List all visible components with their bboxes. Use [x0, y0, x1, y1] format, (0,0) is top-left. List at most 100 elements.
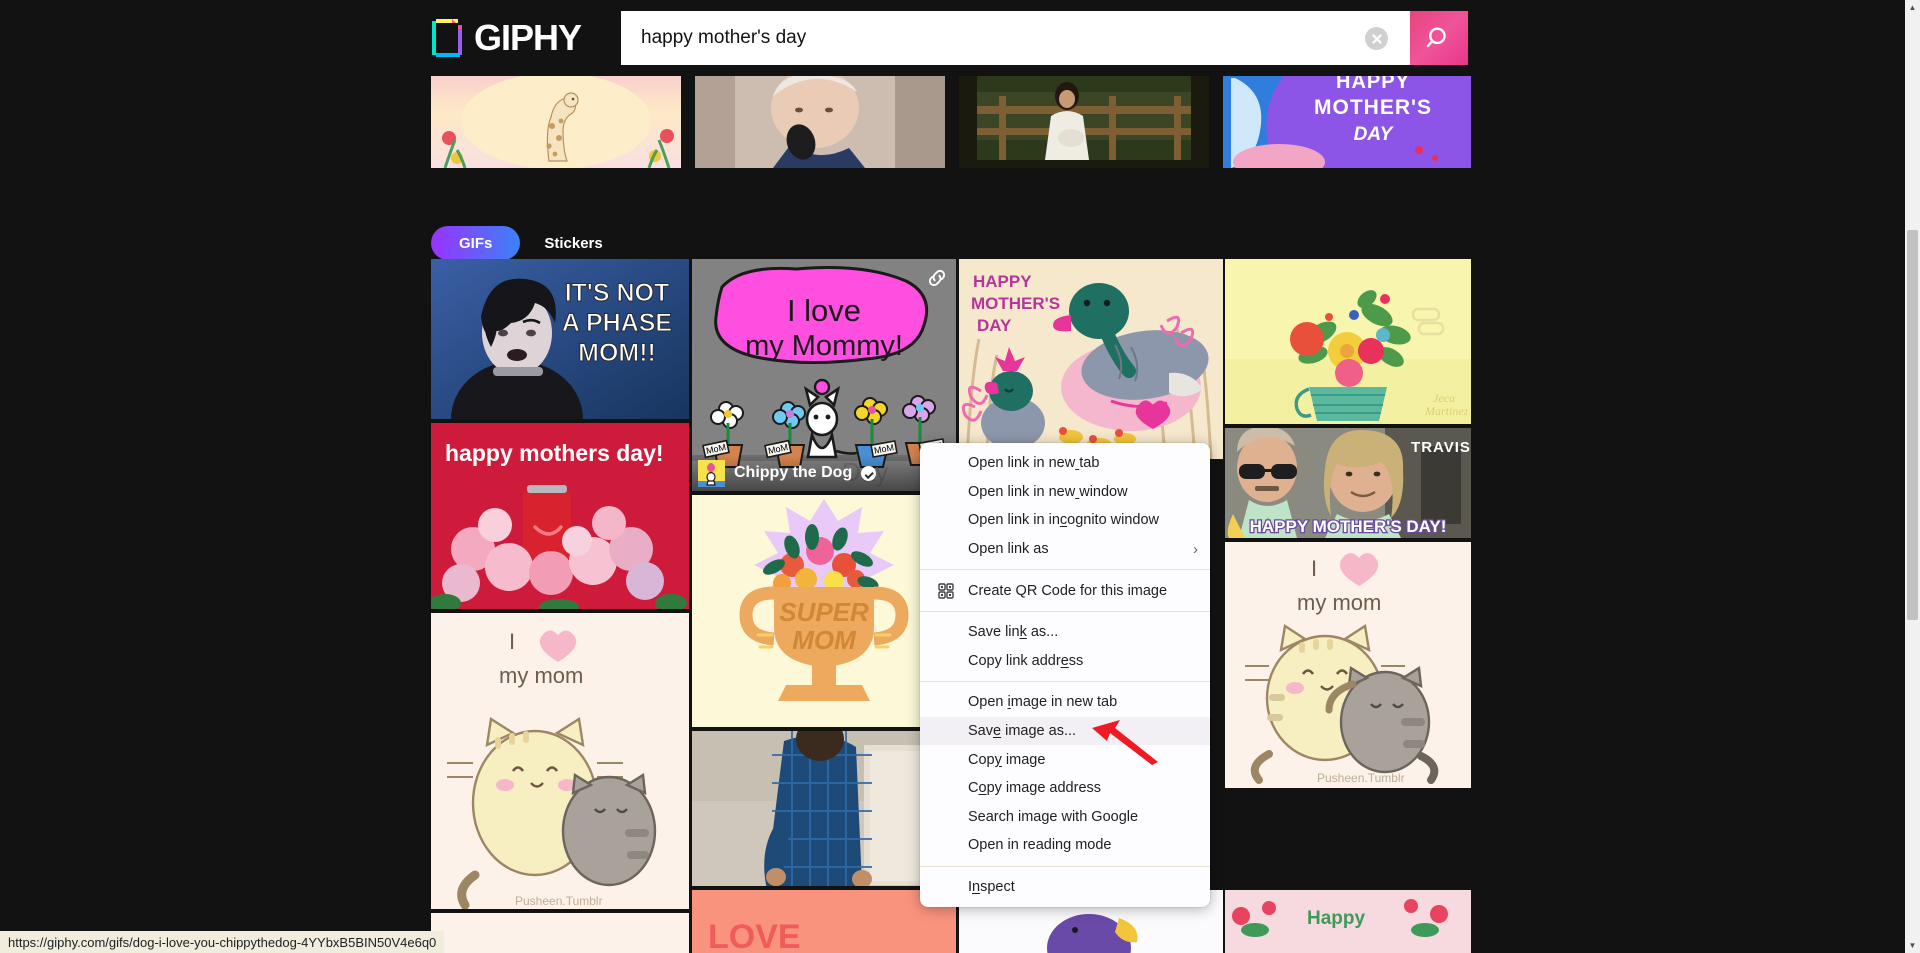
menu-item-label: Open image in new tab: [968, 694, 1118, 711]
menu-item-label: Open link as: [968, 541, 1049, 558]
gif-tile-bottom-peach[interactable]: LOVE: [692, 890, 956, 953]
menu-item-create-qr-code-for-this-image[interactable]: Create QR Code for this image: [920, 576, 1210, 605]
gif-tile-bottom-pink-flowers[interactable]: Happy: [1225, 890, 1471, 953]
svg-text:my Mommy!: my Mommy!: [745, 330, 903, 362]
menu-separator: [920, 569, 1210, 571]
content-type-tabs: GIFs Stickers: [431, 226, 621, 260]
carousel-item-2[interactable]: [959, 66, 1209, 168]
menu-item-label: Open link in incognito window: [968, 512, 1160, 529]
svg-text:IT'S NOT: IT'S NOT: [565, 279, 670, 307]
gif-tile-bottom-left-partial[interactable]: [431, 913, 689, 953]
menu-item-open-link-as[interactable]: Open link as ›: [920, 535, 1210, 564]
giphy-wordmark: GIPHY: [474, 17, 582, 58]
verified-check-icon: [861, 465, 877, 481]
search-icon[interactable]: [1410, 11, 1468, 65]
svg-text:I love: I love: [787, 293, 861, 328]
qr-code-icon: [938, 582, 954, 599]
menu-item-label: Inspect: [968, 879, 1015, 896]
menu-item-search-image-with-google[interactable]: Search image with Google: [920, 803, 1210, 832]
menu-item-label: Copy link address: [968, 652, 1084, 669]
menu-item-label: Open link in new tab: [968, 455, 1100, 472]
chevron-right-icon: ›: [1193, 540, 1198, 558]
menu-item-label: Create QR Code for this image: [968, 582, 1168, 599]
gif-tile-woman-plaid-shirt[interactable]: [692, 731, 956, 886]
gif-author-name: Chippy the Dog: [734, 464, 853, 481]
menu-item-save-link-as[interactable]: Save link as...: [920, 618, 1210, 647]
pusheen-hug-mom-art: I my mom Pusheen.Tumblr: [1225, 542, 1471, 788]
menu-item-copy-link-address[interactable]: Copy link address: [920, 647, 1210, 676]
page-scrollbar[interactable]: ▲ ▼: [1905, 0, 1920, 953]
happy-mothers-day-flowers-art: happy mothers day!: [431, 423, 689, 609]
gif-tile-happy-mothers-day-flowers[interactable]: happy mothers day!: [431, 423, 689, 609]
status-bar-url: https://giphy.com/gifs/dog-i-love-you-ch…: [8, 934, 437, 950]
gif-tile-travis-happy-mothers-day[interactable]: TRAVIS HAPPY MOTHER'S DAY!: [1225, 428, 1471, 538]
svg-text:SUPER: SUPER: [779, 597, 869, 627]
gif-tile-pusheen-love-my-mom[interactable]: I my mom Pusheen.Tumblr: [431, 613, 689, 909]
carousel-item-0[interactable]: [431, 66, 681, 168]
svg-text:happy mothers day!: happy mothers day!: [445, 440, 664, 466]
menu-item-open-link-in-incognito-window[interactable]: Open link in incognito window: [920, 506, 1210, 535]
tab-stickers-label: Stickers: [544, 234, 603, 252]
menu-item-save-image-as[interactable]: Save image as...: [920, 716, 1210, 746]
menu-item-label: Save image as...: [968, 723, 1077, 740]
gif-tile-its-not-a-phase-mom[interactable]: IT'S NOT A PHASE MOM!!: [431, 259, 689, 419]
menu-item-inspect[interactable]: Inspect: [920, 873, 1210, 902]
svg-text:HAPPY MOTHER'S DAY!: HAPPY MOTHER'S DAY!: [1250, 517, 1447, 536]
menu-item-open-link-in-new-window[interactable]: Open link in new window: [920, 478, 1210, 507]
menu-item-label: Copy image: [968, 751, 1046, 768]
menu-separator: [920, 610, 1210, 612]
bottom-pink-flowers-art: Happy: [1225, 890, 1471, 953]
tab-stickers[interactable]: Stickers: [526, 226, 620, 260]
red-arrow-pointer: [1090, 718, 1160, 771]
svg-text:Happy: Happy: [1307, 908, 1366, 929]
tab-gifs-label: GIFs: [459, 234, 493, 252]
menu-item-open-image-in-new-tab[interactable]: Open image in new tab: [920, 688, 1210, 717]
search-input[interactable]: [621, 11, 1365, 65]
pigeon-happy-mothers-day-art: HAPPY MOTHER'S DAY: [959, 259, 1223, 459]
menu-item-open-link-in-new-tab[interactable]: Open link in new tab: [920, 449, 1210, 478]
gif-tile-flower-pot-bucket[interactable]: Jeca Martinez: [1225, 259, 1471, 424]
tab-gifs[interactable]: GIFs: [431, 226, 521, 260]
svg-text:MOM!!: MOM!!: [578, 339, 656, 367]
scroll-down-arrow[interactable]: ▼: [1905, 938, 1920, 953]
scroll-up-arrow[interactable]: ▲: [1905, 0, 1920, 15]
svg-text:DAY: DAY: [1354, 124, 1395, 145]
scrollbar-thumb[interactable]: [1907, 230, 1918, 620]
svg-text:HAPPY: HAPPY: [973, 272, 1032, 291]
menu-item-copy-image-address[interactable]: Copy image address: [920, 774, 1210, 803]
gif-attribution-bar[interactable]: Chippy the Dog: [692, 455, 956, 491]
menu-item-label: Copy image address: [968, 780, 1102, 797]
giphy-logo[interactable]: GIPHY: [431, 17, 582, 58]
bottom-peach-art: LOVE: [692, 890, 956, 953]
close-icon[interactable]: [1365, 26, 1388, 50]
menu-separator: [920, 681, 1210, 683]
svg-text:Pusheen.Tumblr: Pusheen.Tumblr: [515, 894, 603, 908]
carousel-item-1[interactable]: [695, 66, 945, 168]
biden-phone-art: [695, 66, 945, 168]
woman-fence-art: [959, 66, 1209, 168]
svg-text:DAY: DAY: [977, 316, 1012, 335]
happy-mothers-day-purple-art: HAPPY MOTHER'S DAY: [1223, 66, 1471, 168]
flower-pot-bucket-art: JecaMartinez: [1225, 259, 1471, 424]
link-icon[interactable]: [926, 267, 948, 289]
menu-item-copy-image[interactable]: Copy image: [920, 745, 1210, 774]
browser-context-menu: Open link in new tab Open link in new wi…: [920, 443, 1210, 908]
gif-tile-super-mom-trophy[interactable]: SUPER MOM: [692, 495, 956, 727]
svg-text:A PHASE: A PHASE: [562, 309, 672, 337]
svg-text:LOVE: LOVE: [708, 918, 801, 953]
svg-text:my mom: my mom: [499, 663, 583, 688]
svg-text:Jeca: Jeca: [1433, 391, 1455, 405]
travis-happy-mothers-day-art: TRAVIS HAPPY MOTHER'S DAY!: [1225, 428, 1471, 538]
browser-viewport: HAPPY MOTHER'S DAY GIPHY happy mother's …: [0, 0, 1920, 953]
gif-tile-pusheen-hug-mom[interactable]: I my mom Pusheen.Tumblr: [1225, 542, 1471, 788]
avatar: [698, 459, 725, 487]
carousel-item-3[interactable]: HAPPY MOTHER'S DAY: [1223, 66, 1471, 168]
giraffe-flowers-art: [442, 73, 674, 168]
gif-tile-pigeon-happy-mothers-day[interactable]: HAPPY MOTHER'S DAY: [959, 259, 1223, 459]
menu-item-label: Open in reading mode: [968, 837, 1112, 854]
giphy-logo-icon: [431, 18, 465, 58]
menu-item-open-in-reading-mode[interactable]: Open in reading mode: [920, 831, 1210, 860]
search-bar: [621, 11, 1468, 65]
svg-text:I: I: [1311, 556, 1317, 581]
svg-text:MOTHER'S: MOTHER'S: [971, 294, 1060, 313]
